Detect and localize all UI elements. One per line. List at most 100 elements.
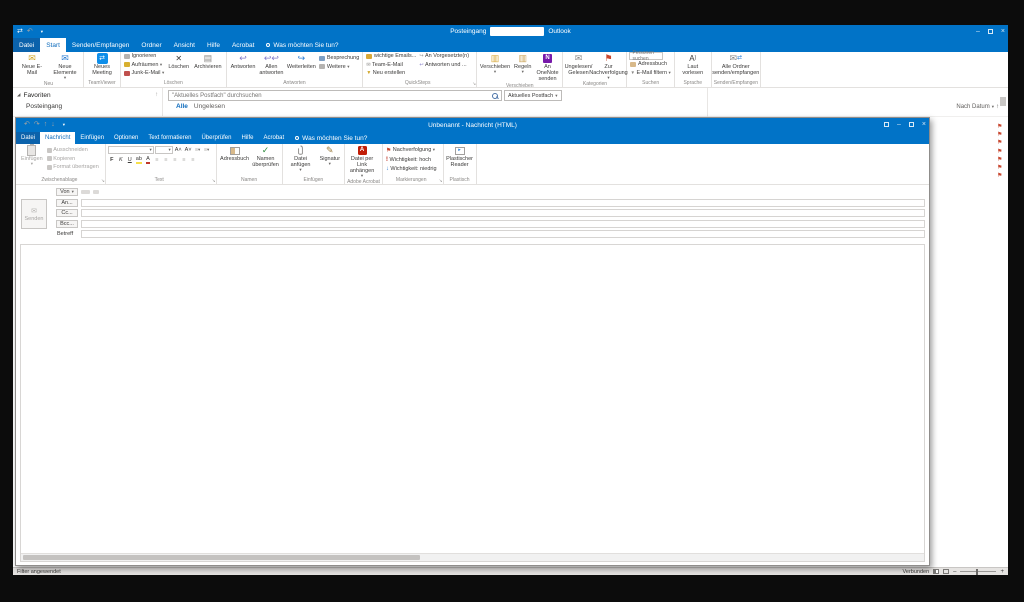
- tags-dialog-launcher-icon[interactable]: ↘: [439, 178, 443, 183]
- signature-button[interactable]: ✎ Signatur ▾: [318, 144, 343, 166]
- send-receive-icon[interactable]: ⇄: [17, 25, 23, 38]
- vertical-scrollbar-thumb[interactable]: [1000, 97, 1006, 106]
- cleanup-button[interactable]: Aufräumen▾: [123, 61, 165, 70]
- zoom-slider[interactable]: [960, 571, 996, 573]
- reply-button[interactable]: ↩ Antworten: [229, 52, 258, 70]
- read-aloud-button[interactable]: A) Laut vorlesen: [677, 52, 709, 76]
- tab-optionen[interactable]: Optionen: [109, 132, 143, 144]
- paste-button[interactable]: Einfügen ▾: [19, 144, 45, 166]
- tab-hilfe[interactable]: Hilfe: [201, 38, 226, 52]
- redo-icon[interactable]: ↷: [34, 118, 40, 131]
- check-names-button[interactable]: ✓ Namen überprüfen: [252, 144, 280, 168]
- flag-icon[interactable]: ⚑: [997, 132, 1002, 138]
- unread-read-button[interactable]: ✉ Ungelesen/ Gelesen: [565, 52, 591, 76]
- subject-field[interactable]: [81, 230, 925, 238]
- close-icon[interactable]: ×: [1001, 25, 1005, 38]
- cc-button[interactable]: Cc...: [56, 209, 78, 217]
- low-importance-button[interactable]: ↓ Wichtigkeit: niedrig: [385, 165, 438, 174]
- tab-text-formatieren[interactable]: Text formatieren: [143, 132, 196, 144]
- quickstep-reply-delete[interactable]: ↩ Antworten und ...: [418, 61, 470, 70]
- new-items-button[interactable]: ✉ Neue Elemente ▾: [49, 52, 81, 80]
- text-dialog-launcher-icon[interactable]: ↘: [212, 178, 216, 183]
- tab-ordner[interactable]: Ordner: [135, 38, 167, 52]
- bcc-button[interactable]: Bcc...: [56, 220, 78, 228]
- horizontal-scrollbar-thumb[interactable]: [23, 555, 420, 560]
- send-receive-all-button[interactable]: ✉⇄ Alle Ordner senden/empfangen: [714, 52, 758, 76]
- delete-button[interactable]: ✕ Löschen: [166, 52, 191, 70]
- align-left-button[interactable]: ≡: [153, 156, 161, 164]
- qat-customize-chevron-icon[interactable]: ▾: [63, 118, 65, 131]
- address-book-button[interactable]: Adressbuch: [219, 144, 251, 162]
- from-button[interactable]: Von ▾: [56, 188, 78, 196]
- junk-button[interactable]: Junk-E-Mail▾: [123, 69, 165, 78]
- tab-acrobat[interactable]: Acrobat: [226, 38, 260, 52]
- format-painter-button[interactable]: Format übertragen: [46, 163, 100, 172]
- send-button[interactable]: ✉ Senden: [21, 199, 47, 229]
- follow-up-button[interactable]: ⚑ Nachverfolgung▾: [385, 146, 438, 155]
- minimize-icon[interactable]: –: [897, 118, 901, 131]
- ribbon-display-options-icon[interactable]: [884, 122, 889, 127]
- new-email-button[interactable]: ✉ Neue E-Mail: [16, 52, 48, 76]
- shrink-font-button[interactable]: A˅: [184, 146, 193, 154]
- sort-direction-icon[interactable]: ↑: [996, 104, 999, 110]
- find-people-box[interactable]: Personen suchen: [629, 52, 663, 60]
- flag-icon[interactable]: ⚑: [997, 149, 1002, 155]
- reading-view-icon[interactable]: [933, 569, 939, 574]
- font-color-button[interactable]: A: [144, 156, 152, 164]
- filter-email-button[interactable]: ▼ E-Mail filtern▾: [629, 69, 671, 78]
- tab-start[interactable]: Start: [40, 38, 66, 52]
- flag-icon[interactable]: ⚑: [997, 124, 1002, 130]
- tab-ansicht[interactable]: Ansicht: [168, 38, 201, 52]
- tellme-box[interactable]: Was möchten Sie tun?: [260, 38, 344, 52]
- maximize-icon[interactable]: [909, 122, 914, 127]
- forward-button[interactable]: ↪ Weiterleiten: [285, 52, 317, 70]
- next-item-icon[interactable]: ↓: [51, 118, 55, 131]
- tab-datei[interactable]: Datei: [16, 132, 40, 144]
- flag-icon[interactable]: ⚑: [997, 165, 1002, 171]
- zoom-out-icon[interactable]: –: [953, 569, 956, 575]
- close-icon[interactable]: ×: [922, 118, 926, 131]
- new-meeting-button[interactable]: ⇄ Neues Meeting: [86, 52, 118, 76]
- undo-icon[interactable]: ↶: [24, 118, 30, 131]
- quickstep-important-mails[interactable]: wichtige Emails...: [365, 52, 417, 61]
- bullet-list-button[interactable]: ≡▾: [194, 146, 202, 154]
- font-family-select[interactable]: ▾: [108, 146, 154, 154]
- highlight-color-button[interactable]: ab: [135, 156, 143, 164]
- bcc-field[interactable]: [81, 220, 925, 228]
- filter-tab-ungelesen[interactable]: Ungelesen: [194, 103, 225, 110]
- grow-font-button[interactable]: A˄: [174, 146, 183, 154]
- undo-icon[interactable]: ↶: [27, 25, 33, 38]
- move-button[interactable]: ▥ Verschieben ▾: [479, 52, 511, 74]
- to-button[interactable]: An...: [56, 199, 78, 207]
- cc-field[interactable]: [81, 209, 925, 217]
- quickstep-to-manager[interactable]: ↪ An Vorgesetzte(n): [418, 52, 470, 61]
- maximize-icon[interactable]: [988, 29, 993, 34]
- to-field[interactable]: [81, 199, 925, 207]
- horizontal-scrollbar[interactable]: [21, 553, 924, 561]
- ignore-button[interactable]: Ignorieren: [123, 52, 165, 61]
- quickstep-team-email[interactable]: ✉ Team-E-Mail: [365, 61, 417, 70]
- tab-einfuegen[interactable]: Einfügen: [75, 132, 109, 144]
- zoom-slider-thumb[interactable]: [976, 569, 978, 575]
- zoom-in-icon[interactable]: +: [1000, 569, 1004, 575]
- followup-button[interactable]: ⚑ Zur Nachverfolgung ▾: [592, 52, 624, 80]
- bold-button[interactable]: F: [108, 156, 116, 164]
- decrease-indent-button[interactable]: ≡: [180, 156, 188, 164]
- attach-as-link-button[interactable]: A Datei per Link anhängen ▾: [347, 144, 377, 178]
- increase-indent-button[interactable]: ≡: [189, 156, 197, 164]
- tellme-box[interactable]: Was möchten Sie tun?: [289, 132, 373, 144]
- quickstep-create-new[interactable]: ▼ Neu erstellen: [365, 69, 417, 78]
- qat-customize-chevron-icon[interactable]: ▾: [41, 25, 43, 38]
- tab-hilfe[interactable]: Hilfe: [236, 132, 258, 144]
- favorites-header[interactable]: ◢ Favoriten ↑: [17, 90, 158, 100]
- previous-item-icon[interactable]: ↑: [44, 118, 48, 131]
- message-body[interactable]: [21, 245, 924, 553]
- rules-button[interactable]: ▥ Regeln ▾: [512, 52, 533, 74]
- align-center-button[interactable]: ≡: [162, 156, 170, 164]
- onenote-button[interactable]: N An OneNote senden: [534, 52, 560, 82]
- sidebar-item-posteingang[interactable]: Posteingang: [17, 100, 158, 110]
- tab-acrobat[interactable]: Acrobat: [258, 132, 289, 144]
- flag-icon[interactable]: ⚑: [997, 157, 1002, 163]
- underline-button[interactable]: U: [126, 156, 134, 164]
- tab-ueberpruefen[interactable]: Überprüfen: [196, 132, 236, 144]
